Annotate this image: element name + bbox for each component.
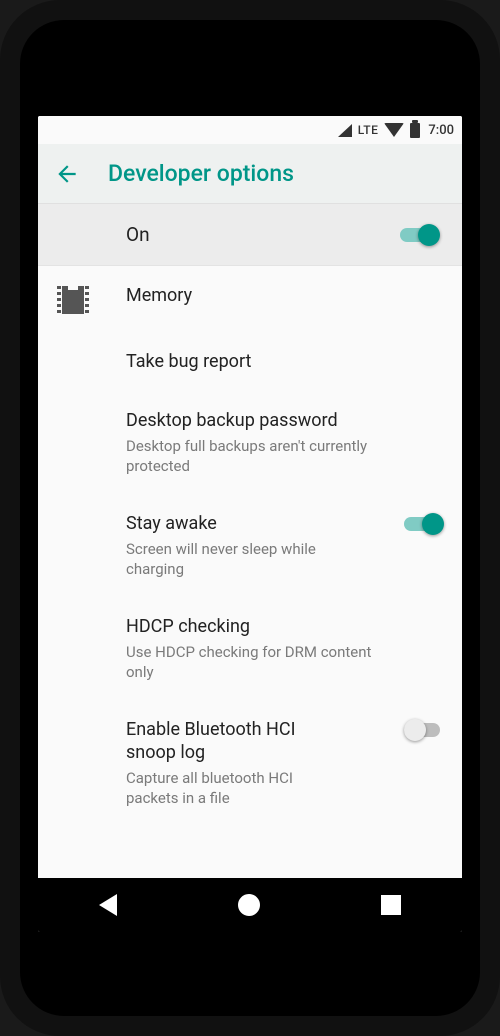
status-bar: LTE 7:00: [38, 116, 462, 144]
page-title: Developer options: [108, 160, 294, 187]
setting-row-stay-awake[interactable]: Stay awake Screen will never sleep while …: [38, 494, 462, 597]
setting-title: Enable Bluetooth HCI snoop log: [126, 718, 336, 765]
cell-signal-icon: [338, 124, 352, 137]
phone-frame: LTE 7:00 Developer options On: [0, 0, 500, 1036]
setting-row-backup-pw[interactable]: Desktop backup password Desktop full back…: [38, 391, 462, 494]
setting-row-memory[interactable]: Memory: [38, 266, 462, 332]
setting-subtitle: Desktop full backups aren't currently pr…: [126, 436, 384, 477]
setting-row-bugreport[interactable]: Take bug report: [38, 332, 462, 391]
setting-subtitle: Capture all bluetooth HCI packets in a f…: [126, 768, 346, 809]
arrow-back-icon: [54, 161, 80, 187]
master-toggle-switch[interactable]: [400, 223, 440, 247]
app-bar: Developer options: [38, 144, 462, 204]
master-toggle-row[interactable]: On: [38, 204, 462, 266]
setting-title: Desktop backup password: [126, 409, 384, 432]
wifi-icon: [384, 123, 404, 137]
setting-subtitle: Screen will never sleep while charging: [126, 539, 366, 580]
chip-icon: [62, 286, 84, 314]
setting-title: HDCP checking: [126, 615, 384, 638]
nav-home-button[interactable]: [238, 894, 260, 916]
navigation-bar: [38, 878, 462, 932]
battery-icon: [410, 123, 420, 138]
setting-title: Memory: [126, 284, 384, 307]
setting-row-hdcp[interactable]: HDCP checking Use HDCP checking for DRM c…: [38, 597, 462, 700]
toggle-switch-stay-awake[interactable]: [404, 512, 444, 536]
clock-label: 7:00: [428, 123, 454, 138]
network-type-label: LTE: [358, 123, 379, 137]
toggle-switch-bt-snoop[interactable]: [404, 718, 444, 742]
nav-back-button[interactable]: [99, 894, 117, 916]
setting-title: Stay awake: [126, 512, 384, 535]
screen: LTE 7:00 Developer options On: [38, 116, 462, 932]
setting-subtitle: Use HDCP checking for DRM content only: [126, 642, 384, 683]
setting-row-bt-snoop[interactable]: Enable Bluetooth HCI snoop logCapture al…: [38, 700, 462, 826]
back-button[interactable]: [54, 161, 80, 187]
phone-inner: LTE 7:00 Developer options On: [20, 20, 480, 1016]
settings-list[interactable]: Memory Take bug report Desktop backup pass…: [38, 266, 462, 878]
master-toggle-label: On: [126, 223, 150, 246]
setting-title: Take bug report: [126, 350, 384, 373]
nav-recent-button[interactable]: [381, 895, 401, 915]
